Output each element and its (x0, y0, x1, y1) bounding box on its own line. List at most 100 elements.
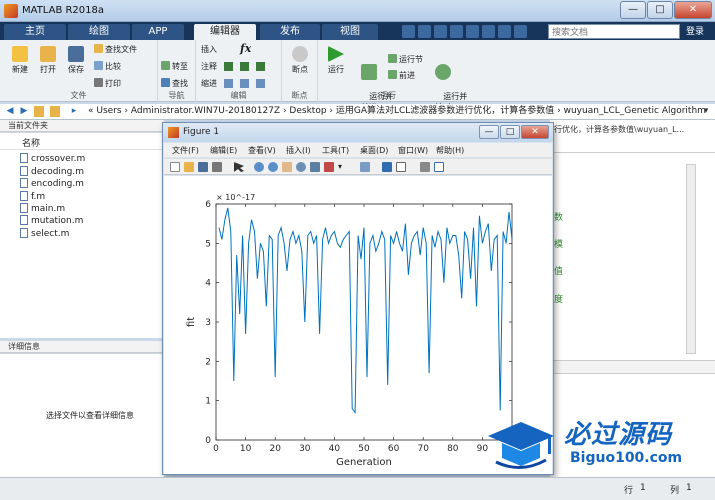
file-main[interactable]: main.m (20, 203, 65, 215)
indent-button[interactable]: 缩进 (201, 78, 217, 90)
tab-editor[interactable]: 编辑器 (194, 24, 256, 40)
x-tick-label: 0 (213, 444, 219, 454)
figure-minimize-button[interactable]: — (479, 125, 499, 139)
file-encoding[interactable]: encoding.m (20, 178, 84, 190)
link-plot-icon[interactable] (360, 162, 370, 172)
browse-folder-icon[interactable] (50, 106, 60, 117)
show-plot-tools-icon[interactable] (434, 162, 444, 172)
save-label: 保存 (68, 65, 84, 74)
tab-plots[interactable]: 绘图 (68, 24, 130, 40)
up-folder-icon[interactable] (34, 106, 44, 117)
compare-button[interactable]: 比较 (94, 61, 121, 73)
maximize-button[interactable]: □ (647, 1, 673, 19)
path-dropdown-icon[interactable]: ▾ (700, 106, 712, 117)
brush-icon[interactable] (324, 162, 334, 172)
zoom-out-icon[interactable] (268, 162, 278, 172)
smart-indent-icon[interactable] (224, 79, 233, 88)
data-cursor-icon[interactable] (310, 162, 320, 172)
undo-quick-icon[interactable] (466, 25, 479, 38)
menu-insert[interactable]: 插入(I) (286, 145, 311, 156)
print-button[interactable]: 打印 (94, 78, 121, 90)
new-button[interactable]: 新建 (6, 46, 34, 75)
breakpoints-button[interactable]: 断点 (286, 46, 314, 75)
back-arrow-icon[interactable]: ◀ (4, 106, 16, 117)
login-link[interactable]: 登录 (686, 24, 704, 40)
save-quick-icon[interactable] (402, 25, 415, 38)
cut-quick-icon[interactable] (418, 25, 431, 38)
tab-home[interactable]: 主页 (4, 24, 66, 40)
hide-plot-tools-icon[interactable] (420, 162, 430, 172)
insert-colorbar-icon[interactable] (382, 162, 392, 172)
search-documentation-input[interactable] (548, 24, 680, 39)
menu-window[interactable]: 窗口(W) (398, 145, 428, 156)
edit-plot-arrow-icon[interactable] (234, 162, 244, 172)
menu-help[interactable]: 帮助(H) (436, 145, 464, 156)
increase-indent-icon[interactable] (240, 79, 249, 88)
code-snippet: 度 (554, 295, 564, 305)
history-icon[interactable]: ▸ (68, 106, 80, 117)
menu-file[interactable]: 文件(F) (172, 145, 199, 156)
run-section-button[interactable]: 运行节 (388, 54, 423, 66)
paste-quick-icon[interactable] (450, 25, 463, 38)
file-browser: 名称 crossover.m decoding.m encoding.m f.m… (0, 133, 164, 338)
brush-dropdown-icon[interactable]: ▾ (338, 162, 348, 172)
current-folder-path[interactable]: « Users › Administrator.WIN7U-20180127Z … (88, 104, 706, 119)
file-crossover[interactable]: crossover.m (20, 153, 85, 165)
advance-button[interactable]: 前进 (388, 70, 415, 82)
file-name: mutation.m (31, 216, 84, 226)
name-column-header[interactable]: 名称 (22, 136, 40, 149)
save-button[interactable]: 保存 (62, 46, 90, 75)
fx-button[interactable]: fx (240, 43, 251, 55)
rotate-3d-icon[interactable] (296, 162, 306, 172)
x-tick-label: 50 (358, 444, 370, 454)
figure-maximize-button[interactable]: □ (500, 125, 520, 139)
tab-publish[interactable]: 发布 (260, 24, 320, 40)
forward-arrow-icon[interactable]: ▶ (18, 106, 30, 117)
find-button[interactable]: 查找 (161, 78, 188, 90)
menu-tools[interactable]: 工具(T) (322, 145, 349, 156)
run-group-label: 运行 (380, 91, 396, 100)
file-decoding[interactable]: decoding.m (20, 166, 84, 178)
compare-icon (94, 61, 103, 70)
print-figure-icon[interactable] (212, 162, 222, 172)
menu-edit[interactable]: 编辑(E) (210, 145, 237, 156)
open-file-icon[interactable] (184, 162, 194, 172)
figure-close-button[interactable]: ✕ (521, 125, 549, 139)
goto-button[interactable]: 转至 (161, 61, 188, 73)
y-tick-label: 0 (205, 436, 211, 446)
help-quick-icon[interactable] (514, 25, 527, 38)
close-button[interactable]: ✕ (674, 1, 712, 19)
uncomment-icon[interactable] (240, 62, 249, 71)
editor-scrollbar[interactable] (686, 164, 696, 354)
insert-legend-icon[interactable] (396, 162, 406, 172)
switch-windows-icon[interactable] (498, 25, 511, 38)
m-file-icon (20, 203, 28, 213)
new-figure-icon[interactable] (170, 162, 180, 172)
code-snippet: 模 (554, 240, 564, 250)
wrap-comments-icon[interactable] (256, 62, 265, 71)
editor-tab-title[interactable]: 行优化，计算各参数值\wuyuan_L... (554, 124, 684, 135)
find-files-button[interactable]: 查找文件 (94, 44, 137, 56)
tab-view[interactable]: 视图 (322, 24, 378, 40)
run-label: 运行 (328, 65, 344, 74)
pan-hand-icon[interactable] (282, 162, 292, 172)
file-select[interactable]: select.m (20, 228, 69, 240)
file-f[interactable]: f.m (20, 191, 45, 203)
save-figure-icon[interactable] (198, 162, 208, 172)
comment-button[interactable]: 注释 (201, 61, 217, 73)
copy-quick-icon[interactable] (434, 25, 447, 38)
tab-apps[interactable]: APP (132, 24, 184, 40)
decrease-indent-icon[interactable] (256, 79, 265, 88)
minimize-button[interactable]: — (620, 1, 646, 19)
redo-quick-icon[interactable] (482, 25, 495, 38)
insert-button[interactable]: 插入 (201, 44, 217, 56)
file-mutation[interactable]: mutation.m (20, 215, 83, 227)
menu-desktop[interactable]: 桌面(D) (360, 145, 388, 156)
percent-comment-icon[interactable] (224, 62, 233, 71)
details-header[interactable]: 详细信息 (0, 341, 164, 353)
graduation-cap-logo-icon (488, 422, 554, 469)
open-button[interactable]: 打开 (34, 46, 62, 75)
run-button[interactable]: 运行 (322, 46, 350, 75)
menu-view[interactable]: 查看(V) (248, 145, 276, 156)
zoom-in-icon[interactable] (254, 162, 264, 172)
